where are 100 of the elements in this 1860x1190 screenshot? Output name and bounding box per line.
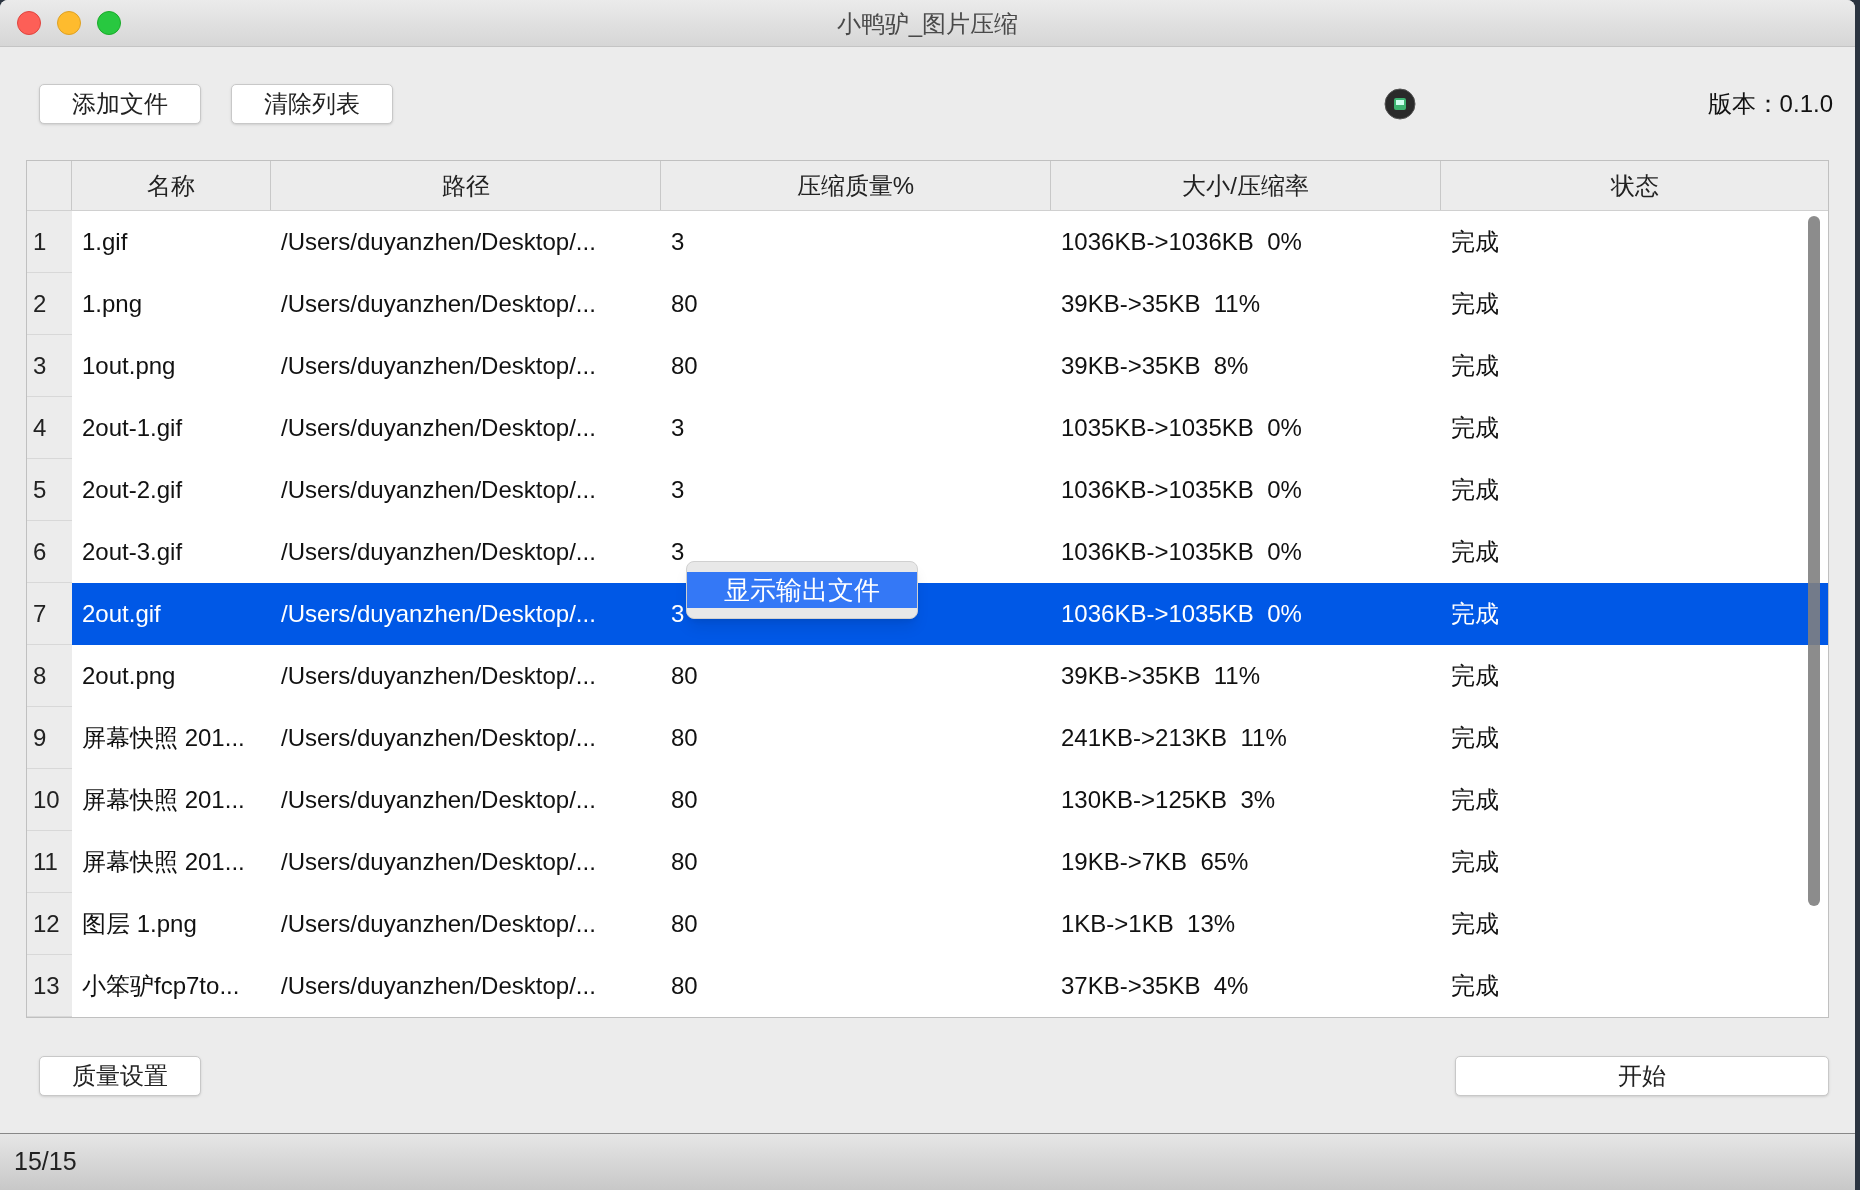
window-title: 小鸭驴_图片压缩 — [836, 8, 1019, 39]
table-cell-text: 图层 1.png — [82, 909, 197, 939]
table-row[interactable]: 小笨驴fcp7to... /Users/duyanzhen/Desktop/... 80 37KB->35KB 4% 完成 — [72, 955, 1828, 1017]
table-row[interactable]: 1.png /Users/duyanzhen/Desktop/... 80 39KB->35KB 11% 完成 — [72, 273, 1828, 335]
table-row[interactable]: 屏幕快照 201... /Users/duyanzhen/Desktop/... 80 241KB->213KB 11% 完成 — [72, 707, 1828, 769]
table-cell-text: 完成 — [1451, 661, 1499, 691]
table-cell-text: 1036KB->1035KB 0% — [1061, 537, 1302, 567]
table-cell-text: 80 — [671, 971, 698, 1001]
table-cell-text: 完成 — [1451, 475, 1499, 505]
table-cell-text: 完成 — [1451, 227, 1499, 257]
scrollbar-thumb[interactable] — [1808, 216, 1820, 906]
row-number: 12 — [27, 893, 72, 955]
table-cell-text: 80 — [671, 847, 698, 877]
column-header[interactable]: 大小/压缩率 — [1051, 161, 1441, 210]
row-number: 10 — [27, 769, 72, 831]
table-cell-text: 完成 — [1451, 351, 1499, 381]
column-header[interactable]: 状态 — [1441, 161, 1828, 210]
minimize-button[interactable] — [57, 11, 81, 35]
column-header[interactable]: 名称 — [72, 161, 271, 210]
table-cell-text: 130KB->125KB 3% — [1061, 785, 1276, 815]
table-cell-text: 39KB->35KB 11% — [1061, 289, 1261, 319]
table-cell-text: 完成 — [1451, 847, 1499, 877]
row-number: 3 — [27, 335, 72, 397]
table-cell-text: 1.png — [82, 289, 143, 319]
table-cell-text: 小笨驴fcp7to... — [82, 971, 240, 1001]
table-cell-text: 完成 — [1451, 909, 1499, 939]
menu-item[interactable]: 显示输出文件 — [687, 572, 917, 608]
table-cell-text: /Users/duyanzhen/Desktop/... — [281, 847, 596, 877]
table-cell-text: 完成 — [1451, 289, 1499, 319]
table-cell-text: /Users/duyanzhen/Desktop/... — [281, 599, 596, 629]
table-cell-text: 屏幕快照 201... — [82, 785, 245, 815]
table-cell-text: 80 — [671, 351, 698, 381]
column-header[interactable]: 压缩质量% — [661, 161, 1051, 210]
status-text: 15/15 — [14, 1146, 77, 1178]
row-number: 13 — [27, 955, 72, 1017]
table-cell-text: 80 — [671, 785, 698, 815]
row-number: 6 — [27, 521, 72, 583]
table-cell-text: 1036KB->1036KB 0% — [1061, 227, 1302, 257]
table-cell-text: 1035KB->1035KB 0% — [1061, 413, 1302, 443]
table-cell-text: 2out.png — [82, 661, 176, 691]
row-number: 9 — [27, 707, 72, 769]
column-header[interactable]: 路径 — [271, 161, 661, 210]
table-cell-text: 完成 — [1451, 785, 1499, 815]
table-cell-text: /Users/duyanzhen/Desktop/... — [281, 971, 596, 1001]
table-cell-text: /Users/duyanzhen/Desktop/... — [281, 661, 596, 691]
toolbar-button[interactable]: 清除列表 — [231, 83, 393, 124]
table-cell-text: 3 — [671, 413, 685, 443]
zoom-button[interactable] — [97, 11, 121, 35]
table-cell-text: 3 — [671, 537, 685, 567]
table-row[interactable]: 屏幕快照 201... /Users/duyanzhen/Desktop/... 80 19KB->7KB 65% 完成 — [72, 831, 1828, 893]
quality-settings-button[interactable]: 质量设置 — [39, 1055, 201, 1096]
table-cell-text: /Users/duyanzhen/Desktop/... — [281, 475, 596, 505]
table-cell-text: /Users/duyanzhen/Desktop/... — [281, 413, 596, 443]
table-row[interactable]: 1.gif /Users/duyanzhen/Desktop/... 3 1036KB->1036KB 0% 完成 — [72, 211, 1828, 273]
table-cell-text: /Users/duyanzhen/Desktop/... — [281, 723, 596, 753]
table-cell-text: 完成 — [1451, 723, 1499, 753]
table-cell-text: 完成 — [1451, 971, 1499, 1001]
table-cell-text: /Users/duyanzhen/Desktop/... — [281, 351, 596, 381]
table-cell-text: 2out-1.gif — [82, 413, 183, 443]
table-cell-text: 完成 — [1451, 599, 1499, 629]
table-cell-text: 2out-2.gif — [82, 475, 183, 505]
table-cell-text: 39KB->35KB 8% — [1061, 351, 1249, 381]
table-cell-text: 1.gif — [82, 227, 128, 257]
table-cell-text: 37KB->35KB 4% — [1061, 971, 1249, 1001]
table-cell-text: 3 — [671, 599, 685, 629]
table-cell-text: 19KB->7KB 65% — [1061, 847, 1249, 877]
table-cell-text: 3 — [671, 227, 685, 257]
table-cell-text: 完成 — [1451, 413, 1499, 443]
table-cell-text: 3 — [671, 475, 685, 505]
table-cell-text: 2out.gif — [82, 599, 161, 629]
row-number: 4 — [27, 397, 72, 459]
table-cell-text: 1036KB->1035KB 0% — [1061, 599, 1302, 629]
table-cell-text: 80 — [671, 289, 698, 319]
app-icon — [1383, 87, 1416, 120]
table-row[interactable]: 2out-1.gif /Users/duyanzhen/Desktop/... 3 1035KB->1035KB 0% 完成 — [72, 397, 1828, 459]
table-cell-text: /Users/duyanzhen/Desktop/... — [281, 537, 596, 567]
table-cell-text: 完成 — [1451, 537, 1499, 567]
row-number: 5 — [27, 459, 72, 521]
table-cell-text: 1KB->1KB 13% — [1061, 909, 1236, 939]
table-row[interactable]: 图层 1.png /Users/duyanzhen/Desktop/... 80 1KB->1KB 13% 完成 — [72, 893, 1828, 955]
table-cell-text: 2out-3.gif — [82, 537, 183, 567]
close-button[interactable] — [17, 11, 41, 35]
start-button[interactable]: 开始 — [1455, 1055, 1829, 1096]
table-row[interactable]: 屏幕快照 201... /Users/duyanzhen/Desktop/... 80 130KB->125KB 3% 完成 — [72, 769, 1828, 831]
table-row[interactable]: 2out-2.gif /Users/duyanzhen/Desktop/... 3 1036KB->1035KB 0% 完成 — [72, 459, 1828, 521]
table-cell-text: 屏幕快照 201... — [82, 723, 245, 753]
version-label: 版本：0.1.0 — [1707, 88, 1833, 119]
table-cell-text: /Users/duyanzhen/Desktop/... — [281, 289, 596, 319]
table-cell-text: 80 — [671, 909, 698, 939]
table-cell-text: /Users/duyanzhen/Desktop/... — [281, 227, 596, 257]
toolbar-button[interactable]: 添加文件 — [39, 83, 201, 124]
table-cell-text: 1036KB->1035KB 0% — [1061, 475, 1302, 505]
table-row[interactable]: 1out.png /Users/duyanzhen/Desktop/... 80 39KB->35KB 8% 完成 — [72, 335, 1828, 397]
row-number: 1 — [27, 211, 72, 273]
table-row[interactable]: 2out.png /Users/duyanzhen/Desktop/... 80 39KB->35KB 11% 完成 — [72, 645, 1828, 707]
table-cell-text: /Users/duyanzhen/Desktop/... — [281, 909, 596, 939]
row-number: 7 — [27, 583, 72, 645]
table-cell-text: 39KB->35KB 11% — [1061, 661, 1261, 691]
table-cell-text: 80 — [671, 661, 698, 691]
table-cell-text: 1out.png — [82, 351, 176, 381]
